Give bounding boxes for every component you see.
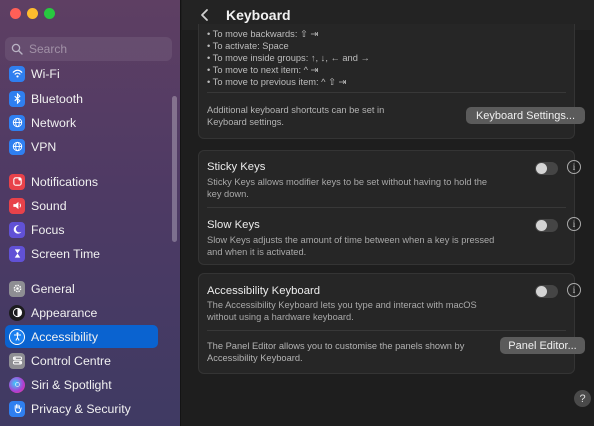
sidebar-item-notifications[interactable]: Notifications xyxy=(5,170,158,193)
sidebar-item-bluetooth[interactable]: Bluetooth xyxy=(5,87,158,110)
hand-icon xyxy=(9,400,25,417)
sidebar-scrollbar[interactable] xyxy=(172,96,177,242)
sticky-keys-toggle[interactable] xyxy=(535,162,558,175)
sidebar-item-general[interactable]: General xyxy=(5,277,158,300)
wifi-icon xyxy=(9,65,25,82)
description-line: Additional keyboard shortcuts can be set… xyxy=(207,105,385,115)
instruction-line: • To move backwards: ⇧ ⇥ xyxy=(207,29,319,39)
sidebar-item-label: Sound xyxy=(31,198,67,213)
slow-keys-title: Slow Keys xyxy=(207,219,260,231)
divider xyxy=(207,92,566,93)
toggle-knob xyxy=(536,220,547,231)
sidebar-item-sound[interactable]: Sound xyxy=(5,194,158,217)
minimize-window-button[interactable] xyxy=(27,8,38,19)
settings-content: • To move backwards: ⇧ ⇥ • To activate: … xyxy=(182,24,594,426)
description-line: The Accessibility Keyboard lets you type… xyxy=(207,300,477,310)
instruction-line: • To move inside groups: ↑, ↓, ← and → xyxy=(207,53,370,63)
instruction-line: • To move to next item: ^ ⇥ xyxy=(207,65,319,75)
sidebar-item-label: VPN xyxy=(31,139,57,154)
control-centre-icon xyxy=(9,352,25,369)
description-line: The Panel Editor allows you to customise… xyxy=(207,341,465,351)
hourglass-icon xyxy=(9,245,25,262)
sidebar-item-label: Notifications xyxy=(31,174,98,189)
sticky-keys-title: Sticky Keys xyxy=(207,161,266,173)
sidebar-item-wifi[interactable]: Wi-Fi xyxy=(5,62,158,85)
slow-keys-info-icon[interactable]: i xyxy=(567,217,581,231)
keyboard-settings-button[interactable]: Keyboard Settings... xyxy=(466,107,585,124)
slow-keys-description: Slow Keys adjusts the amount of time bet… xyxy=(207,234,494,258)
panel-editor-button[interactable]: Panel Editor... xyxy=(500,337,585,354)
accessibility-keyboard-description: The Accessibility Keyboard lets you type… xyxy=(207,299,477,323)
sidebar-item-siri-spotlight[interactable]: Siri & Spotlight xyxy=(5,373,158,396)
zoom-window-button[interactable] xyxy=(44,8,55,19)
divider xyxy=(207,330,566,331)
sidebar-item-label: Privacy & Security xyxy=(31,401,131,416)
window-controls xyxy=(10,8,55,19)
search-input[interactable] xyxy=(29,42,159,56)
bluetooth-icon xyxy=(9,90,25,107)
description-line: Sticky Keys allows modifier keys to be s… xyxy=(207,177,488,187)
sidebar-item-label: Accessibility xyxy=(31,329,98,344)
help-button[interactable]: ? xyxy=(574,390,591,407)
back-chevron-icon[interactable] xyxy=(198,8,212,22)
sidebar: Wi-Fi Bluetooth Network VPN Notification… xyxy=(0,0,181,426)
gear-icon xyxy=(9,280,25,297)
sidebar-item-label: Network xyxy=(31,115,77,130)
description-line: and when it is activated. xyxy=(207,247,307,257)
sidebar-item-label: General xyxy=(31,281,75,296)
search-icon xyxy=(11,43,23,55)
siri-icon xyxy=(9,376,25,393)
accessibility-keyboard-toggle[interactable] xyxy=(535,285,558,298)
instruction-line: • To activate: Space xyxy=(207,41,289,51)
slow-keys-toggle[interactable] xyxy=(535,219,558,232)
sticky-keys-info-icon[interactable]: i xyxy=(567,160,581,174)
moon-icon xyxy=(9,221,25,238)
accessibility-keyboard-card: Accessibility Keyboard The Accessibility… xyxy=(198,273,585,374)
sidebar-item-focus[interactable]: Focus xyxy=(5,218,158,241)
toggle-knob xyxy=(536,286,547,297)
close-window-button[interactable] xyxy=(10,8,21,19)
appearance-icon xyxy=(9,304,25,321)
sidebar-item-screen-time[interactable]: Screen Time xyxy=(5,242,158,265)
bell-icon xyxy=(9,173,25,190)
sidebar-item-label: Bluetooth xyxy=(31,91,83,106)
toggle-knob xyxy=(536,163,547,174)
instruction-line: • To move to previous item: ^ ⇧ ⇥ xyxy=(207,77,347,87)
accessibility-icon xyxy=(9,328,25,345)
sidebar-item-label: Wi-Fi xyxy=(31,66,60,81)
keyboard-navigation-card: • To move backwards: ⇧ ⇥ • To activate: … xyxy=(198,24,585,139)
description-line: Keyboard settings. xyxy=(207,117,285,127)
sticky-slow-keys-card: Sticky Keys Sticky Keys allows modifier … xyxy=(198,150,581,265)
keyboard-settings-description: Additional keyboard shortcuts can be set… xyxy=(207,104,384,128)
description-line: Accessibility Keyboard. xyxy=(207,353,303,363)
page-title: Keyboard xyxy=(226,7,291,23)
sidebar-item-label: Focus xyxy=(31,222,65,237)
sidebar-item-network[interactable]: Network xyxy=(5,111,158,134)
sticky-keys-description: Sticky Keys allows modifier keys to be s… xyxy=(207,176,487,200)
sidebar-item-label: Appearance xyxy=(31,305,98,320)
accessibility-keyboard-info-icon[interactable]: i xyxy=(567,283,581,297)
vpn-globe-icon xyxy=(9,138,25,155)
globe-icon xyxy=(9,114,25,131)
sidebar-item-label: Screen Time xyxy=(31,246,101,261)
search-field[interactable] xyxy=(5,37,172,61)
description-line: without using a hardware keyboard. xyxy=(207,312,354,322)
keyboard-navigation-instructions: • To move backwards: ⇧ ⇥ • To activate: … xyxy=(207,28,370,88)
divider xyxy=(207,207,566,208)
accessibility-keyboard-title: Accessibility Keyboard xyxy=(207,285,321,297)
sidebar-item-control-centre[interactable]: Control Centre xyxy=(5,349,158,372)
sidebar-item-vpn[interactable]: VPN xyxy=(5,135,158,158)
description-line: Slow Keys adjusts the amount of time bet… xyxy=(207,235,495,245)
sidebar-item-accessibility[interactable]: Accessibility xyxy=(5,325,158,348)
description-line: key down. xyxy=(207,189,249,199)
speaker-icon xyxy=(9,197,25,214)
sidebar-item-label: Control Centre xyxy=(31,353,111,368)
sidebar-item-label: Siri & Spotlight xyxy=(31,377,112,392)
sidebar-item-appearance[interactable]: Appearance xyxy=(5,301,158,324)
panel-editor-description: The Panel Editor allows you to customise… xyxy=(207,340,464,364)
sidebar-item-privacy-security[interactable]: Privacy & Security xyxy=(5,397,158,420)
